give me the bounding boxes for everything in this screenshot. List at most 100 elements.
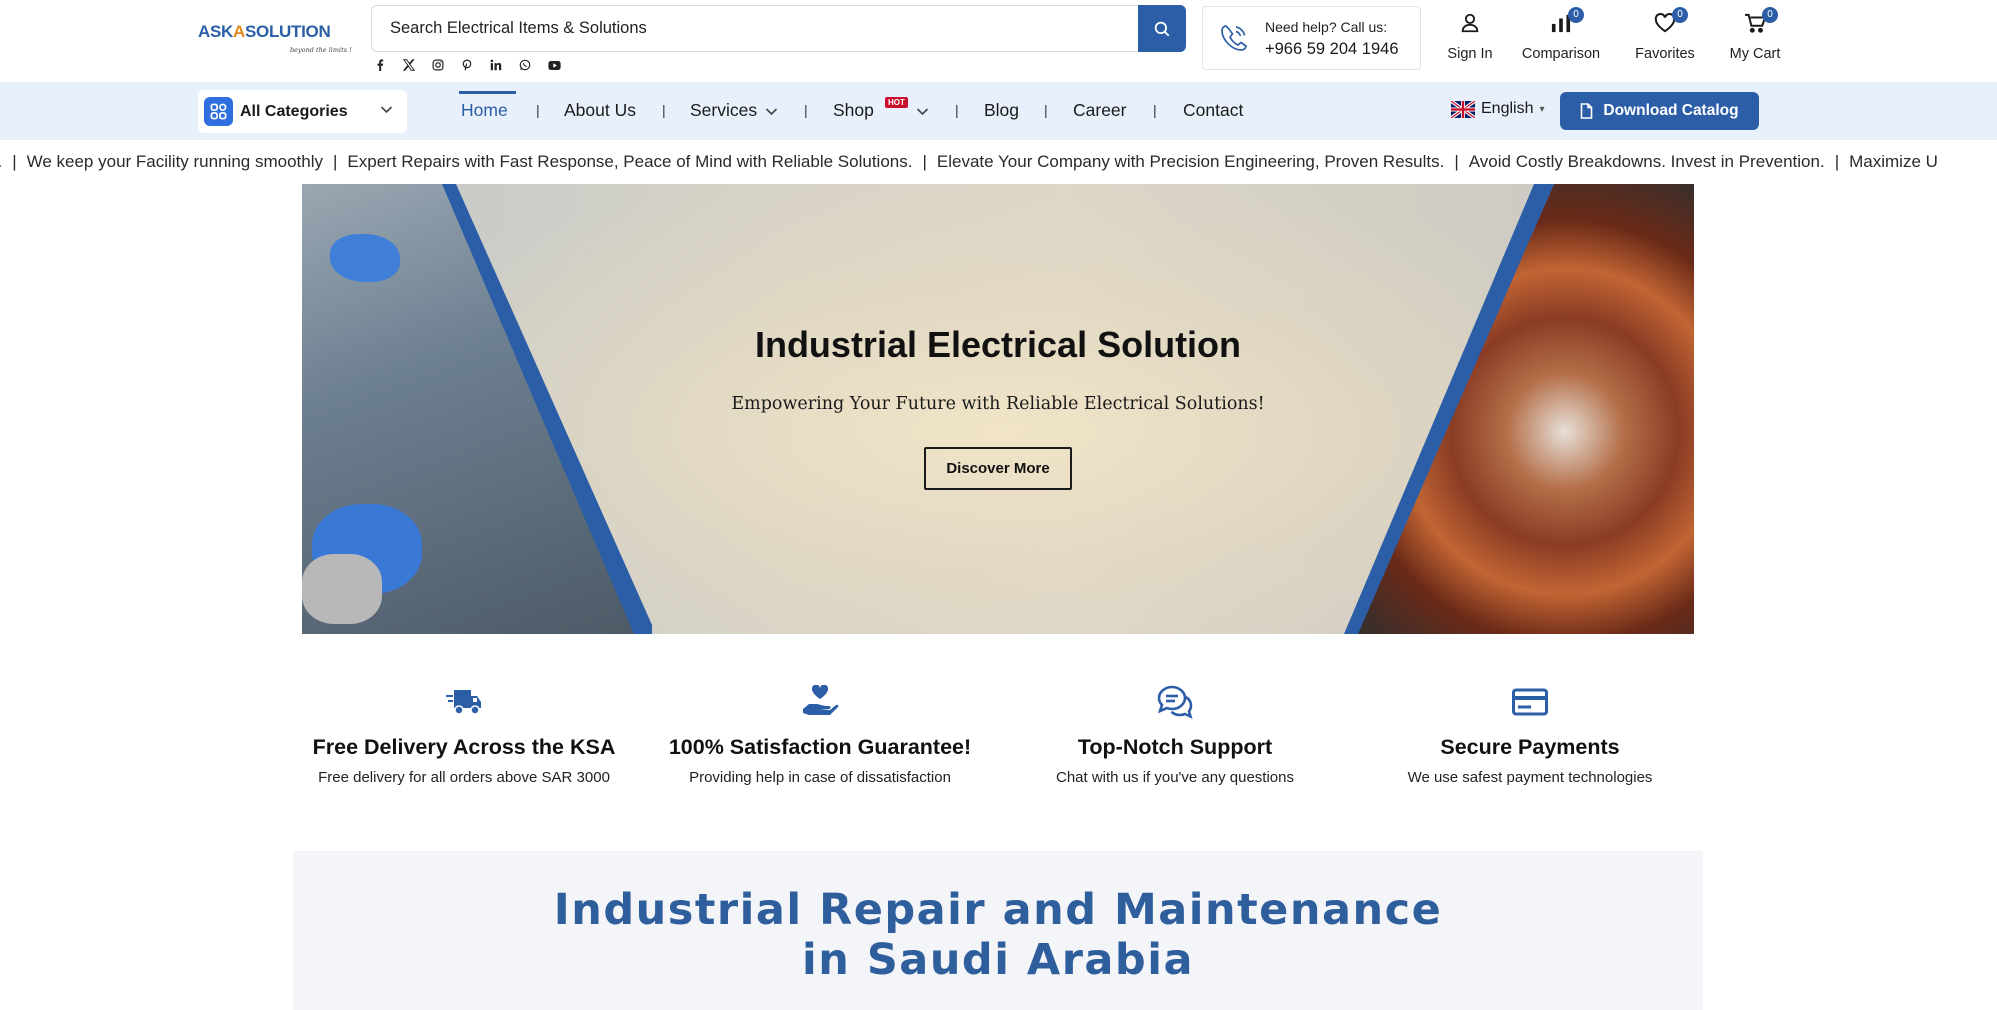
nav-about-us[interactable]: About Us: [564, 100, 636, 121]
hero-glove-shape: [330, 234, 400, 282]
feature-satisfaction: 100% Satisfaction Guarantee! Providing h…: [650, 682, 990, 786]
social-links: [371, 56, 563, 74]
instagram-icon[interactable]: [429, 56, 447, 74]
all-categories-dropdown[interactable]: All Categories: [198, 90, 407, 133]
grid-icon: [204, 97, 233, 126]
favorites-count-badge: 0: [1672, 7, 1688, 23]
hero-glove-shape: [302, 554, 382, 624]
feature-title: Top-Notch Support: [1077, 735, 1273, 759]
nav-separator: |: [804, 102, 808, 118]
ticker-item: Expert Repairs with Fast Response, Peace…: [347, 152, 913, 171]
nav-shop-label: Shop: [833, 100, 874, 120]
download-catalog-label: Download Catalog: [1603, 102, 1739, 119]
sign-in-label: Sign In: [1447, 46, 1493, 62]
section-title-line1: Industrial Repair and Maintenance: [553, 885, 1443, 935]
pinterest-icon[interactable]: [458, 56, 476, 74]
nav-home[interactable]: Home: [461, 100, 508, 121]
logo-wordmark: ASKASOLUTION: [198, 22, 331, 42]
language-selector[interactable]: English ▾: [1451, 100, 1545, 118]
all-categories-label: All Categories: [240, 103, 348, 120]
facebook-icon[interactable]: [371, 56, 389, 74]
nav-separator: |: [955, 102, 959, 118]
help-phone-number[interactable]: +966 59 204 1946: [1265, 40, 1399, 59]
nav-separator: |: [1044, 102, 1048, 118]
feature-title: Free Delivery Across the KSA: [312, 735, 616, 759]
ticker-item: Maximize U: [1849, 152, 1938, 171]
linkedin-icon[interactable]: [487, 56, 505, 74]
top-header: ASKASOLUTION beyond the limits ! Need he…: [0, 0, 1997, 82]
logo-tagline: beyond the limits !: [290, 46, 352, 54]
chevron-down-icon: [380, 106, 393, 114]
logo-text-mark: A: [233, 22, 245, 41]
hero-banner: Industrial Electrical Solution Empowerin…: [302, 184, 1694, 634]
document-icon: [1581, 103, 1593, 119]
uk-flag-icon: [1451, 100, 1475, 118]
cart-button[interactable]: 0 My Cart: [1726, 7, 1784, 66]
comparison-button[interactable]: 0 Comparison: [1521, 7, 1601, 66]
chevron-down-icon: [766, 108, 778, 116]
chat-support-icon: [1155, 682, 1195, 722]
nav-contact[interactable]: Contact: [1183, 100, 1243, 121]
feature-subtitle: Chat with us if you've any questions: [1056, 769, 1294, 786]
search-button[interactable]: [1138, 5, 1186, 52]
bar-chart-icon: 0: [1548, 7, 1584, 36]
whatsapp-icon[interactable]: [516, 56, 534, 74]
nav-career[interactable]: Career: [1073, 100, 1127, 121]
active-nav-indicator: [459, 91, 516, 94]
ticker-separator: |: [922, 152, 927, 171]
favorites-label: Favorites: [1635, 46, 1695, 62]
nav-blog[interactable]: Blog: [984, 100, 1019, 121]
logo-text-part1: ASK: [198, 22, 233, 41]
nav-separator: |: [662, 102, 666, 118]
feature-subtitle: Providing help in case of dissatisfactio…: [689, 769, 951, 786]
caret-down-icon: ▾: [1539, 103, 1545, 115]
ticker-item: e.: [0, 152, 2, 171]
cart-icon: 0: [1742, 7, 1778, 36]
nav-shop[interactable]: Shop HOT: [833, 97, 929, 121]
cart-count-badge: 0: [1762, 7, 1778, 23]
ticker-separator: |: [1454, 152, 1459, 171]
comparison-label: Comparison: [1521, 46, 1601, 62]
sign-in-button[interactable]: Sign In: [1446, 10, 1494, 66]
feature-subtitle: Free delivery for all orders above SAR 3…: [318, 769, 610, 786]
language-label: English: [1481, 100, 1534, 117]
phone-icon: [1221, 25, 1247, 51]
discover-more-button[interactable]: Discover More: [924, 447, 1072, 490]
main-navigation: All Categories Home | About Us | Service…: [0, 82, 1997, 140]
ticker-separator: |: [12, 152, 17, 171]
nav-separator: |: [1153, 102, 1157, 118]
heart-icon: 0: [1652, 7, 1688, 36]
delivery-truck-icon: [444, 682, 484, 722]
hand-heart-icon: [800, 682, 840, 722]
ticker-item: Avoid Costly Breakdowns. Invest in Preve…: [1468, 152, 1825, 171]
ticker-separator: |: [1834, 152, 1840, 171]
feature-free-delivery: Free Delivery Across the KSA Free delive…: [294, 682, 634, 786]
comparison-count-badge: 0: [1568, 7, 1584, 23]
x-icon[interactable]: [400, 56, 418, 74]
feature-subtitle: We use safest payment technologies: [1407, 769, 1653, 786]
nav-separator: |: [536, 102, 540, 118]
feature-support: Top-Notch Support Chat with us if you've…: [1005, 682, 1345, 786]
chevron-down-icon: [916, 108, 928, 116]
feature-title: Secure Payments: [1440, 735, 1620, 759]
youtube-icon[interactable]: [545, 56, 563, 74]
section-title: Industrial Repair and Maintenance in Sau…: [293, 885, 1703, 985]
hot-badge: HOT: [885, 97, 908, 108]
site-logo[interactable]: ASKASOLUTION beyond the limits !: [198, 18, 354, 58]
search-icon: [1154, 21, 1170, 36]
repair-maintenance-section: Industrial Repair and Maintenance in Sau…: [293, 851, 1703, 1010]
logo-text-part2: SOLUTION: [244, 22, 331, 41]
cart-label: My Cart: [1729, 46, 1781, 62]
feature-title: 100% Satisfaction Guarantee!: [668, 735, 972, 759]
section-title-line2: in Saudi Arabia: [802, 935, 1194, 985]
search-input[interactable]: [373, 7, 1138, 50]
hero-title: Industrial Electrical Solution: [754, 324, 1242, 365]
search-bar: [371, 5, 1186, 52]
favorites-button[interactable]: 0 Favorites: [1633, 7, 1697, 66]
nav-services[interactable]: Services: [690, 100, 778, 121]
nav-services-label: Services: [690, 100, 758, 120]
user-icon: [1457, 10, 1483, 36]
help-label: Need help? Call us:: [1265, 19, 1388, 35]
help-contact-box[interactable]: Need help? Call us: +966 59 204 1946: [1202, 6, 1421, 70]
download-catalog-button[interactable]: Download Catalog: [1560, 92, 1759, 130]
